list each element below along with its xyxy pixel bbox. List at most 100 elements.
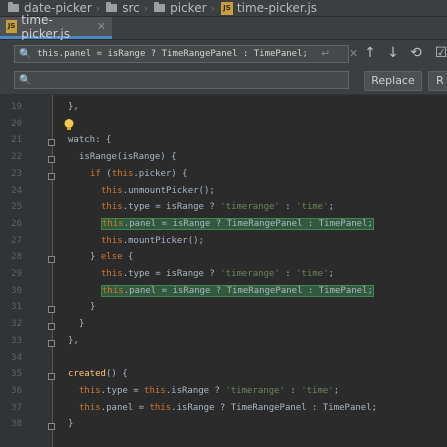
- breadcrumb-item-src[interactable]: src: [106, 1, 140, 15]
- folder-icon: [106, 2, 118, 12]
- code-token: 'time': [296, 202, 329, 213]
- line-number: 25: [11, 202, 22, 213]
- select-all-occurrences-icon[interactable]: ☑: [433, 45, 447, 61]
- search-match-highlight: this.panel = isRange ? TimeRangePanel : …: [101, 217, 374, 230]
- code-line[interactable]: } else {: [90, 249, 133, 265]
- code-token: .isRange ? TimeRangePanel : TimePanel;: [171, 402, 378, 413]
- code-token: .panel = isRange ? TimeRangePanel : Time…: [123, 285, 373, 296]
- lightbulb-icon[interactable]: [62, 118, 76, 132]
- code-line[interactable]: this.unmountPicker();: [101, 183, 215, 199]
- code-line[interactable]: }: [68, 416, 73, 432]
- code-line[interactable]: this.panel = isRange ? TimeRangePanel : …: [101, 283, 374, 299]
- code-token: .panel = isRange ? TimeRangePanel : Time…: [123, 218, 373, 229]
- code-token: }: [79, 319, 85, 330]
- clear-icon[interactable]: ✕: [349, 47, 358, 60]
- code-token: this: [101, 185, 123, 196]
- code-line[interactable]: this.type = isRange ? 'timerange' : 'tim…: [101, 199, 334, 215]
- code-editor[interactable]: 19 20 21 22 23 24 25 26 27 28 29 30 31 32 33 34 35 36 37 38…: [0, 95, 447, 447]
- code-token: .mountPicker();: [122, 235, 204, 246]
- fold-marker-icon[interactable]: [48, 139, 55, 147]
- js-file-icon: JS: [6, 20, 18, 33]
- code-token: watch: [68, 135, 96, 146]
- fold-marker-icon[interactable]: [48, 256, 55, 264]
- replace-button[interactable]: Replace: [364, 71, 422, 91]
- code-token: ;: [328, 269, 335, 279]
- line-number: 20: [11, 118, 22, 129]
- code-line[interactable]: if (this.picker) {: [90, 166, 188, 182]
- close-icon[interactable]: ✕: [97, 20, 106, 33]
- code-token: ;: [328, 202, 335, 213]
- fold-marker-icon[interactable]: [48, 306, 55, 314]
- replace-all-button[interactable]: R: [428, 71, 447, 91]
- line-number: 28: [11, 252, 22, 263]
- chevron-right-icon: ›: [210, 1, 215, 15]
- line-number: 33: [11, 335, 22, 346]
- folder-icon: [154, 2, 166, 12]
- code-line[interactable]: created() {: [68, 366, 128, 382]
- breadcrumb-item-file[interactable]: JS time-picker.js: [220, 1, 318, 15]
- code-token: .panel =: [100, 402, 150, 413]
- code-token: .type = isRange ?: [122, 269, 221, 279]
- code-token: 'timerange': [220, 269, 280, 279]
- code-token: },: [68, 102, 79, 112]
- search-icon[interactable]: 🔍: [19, 49, 31, 60]
- code-line[interactable]: watch: {: [68, 132, 111, 148]
- breadcrumb-label: time-picker.js: [236, 1, 318, 15]
- fold-marker-icon[interactable]: [48, 423, 55, 431]
- new-line-icon[interactable]: ↵: [321, 47, 330, 60]
- fold-marker-icon[interactable]: [48, 323, 55, 331]
- fold-marker-icon[interactable]: [48, 172, 55, 180]
- code-token: }: [90, 252, 101, 263]
- line-number: 30: [11, 285, 22, 296]
- code-line[interactable]: this.type = this.isRange ? 'timerange' :…: [79, 383, 339, 399]
- code-token: this: [101, 269, 123, 279]
- code-line[interactable]: this.panel = this.isRange ? TimeRangePan…: [79, 400, 377, 416]
- code-line[interactable]: this.type = isRange ? 'timerange' : 'tim…: [101, 266, 334, 282]
- code-token: this: [101, 235, 123, 246]
- line-number: 37: [11, 402, 22, 413]
- line-number: 35: [11, 369, 22, 380]
- code-token: 'timerange': [225, 385, 285, 396]
- code-token: this: [102, 218, 124, 229]
- tab-time-picker-js[interactable]: JS time-picker.js ✕: [0, 13, 112, 41]
- code-line[interactable]: },: [68, 333, 79, 349]
- search-input[interactable]: [37, 46, 317, 62]
- line-number: 31: [11, 302, 22, 313]
- line-number: 32: [11, 319, 22, 330]
- code-line[interactable]: this.panel = isRange ? TimeRangePanel : …: [101, 216, 374, 232]
- code-token: }: [90, 302, 96, 313]
- code-line[interactable]: }: [90, 299, 95, 315]
- editor-tab-bar: JS time-picker.js ✕: [0, 13, 447, 41]
- code-token: this: [79, 402, 101, 413]
- previous-occurrence-icon[interactable]: ↑: [362, 45, 378, 61]
- code-line[interactable]: this.mountPicker();: [101, 233, 204, 249]
- fold-marker-icon[interactable]: [48, 339, 55, 347]
- next-occurrence-icon[interactable]: ↓: [385, 45, 401, 61]
- code-token: (: [100, 168, 112, 179]
- code-line[interactable]: isRange(isRange) {: [79, 149, 177, 165]
- code-line[interactable]: },: [68, 99, 79, 115]
- fold-marker-icon[interactable]: [48, 373, 55, 381]
- code-token: this: [102, 285, 124, 296]
- code-token: ;: [333, 385, 340, 396]
- line-number: 29: [11, 269, 22, 279]
- code-token: if: [90, 168, 101, 179]
- js-file-icon: JS: [220, 1, 233, 15]
- breadcrumb-item-picker[interactable]: picker: [154, 1, 207, 15]
- code-token: isRange(isRange) {: [79, 152, 177, 163]
- code-line[interactable]: }: [79, 316, 84, 332]
- line-number: 21: [11, 135, 22, 146]
- code-token: : {: [95, 135, 112, 146]
- replace-input[interactable]: [37, 72, 317, 88]
- code-token: .unmountPicker();: [122, 185, 215, 196]
- code-token: :: [284, 385, 302, 396]
- line-number: 34: [11, 352, 22, 363]
- line-number: 23: [11, 168, 22, 179]
- find-all-occurrences-icon[interactable]: ⟲: [408, 45, 424, 61]
- tab-label: time-picker.js: [21, 12, 70, 41]
- code-token: :: [279, 202, 297, 213]
- code-token: this: [79, 385, 101, 396]
- code-token: 'time': [296, 269, 329, 279]
- fold-marker-icon[interactable]: [48, 156, 55, 164]
- code-token: {: [122, 252, 134, 263]
